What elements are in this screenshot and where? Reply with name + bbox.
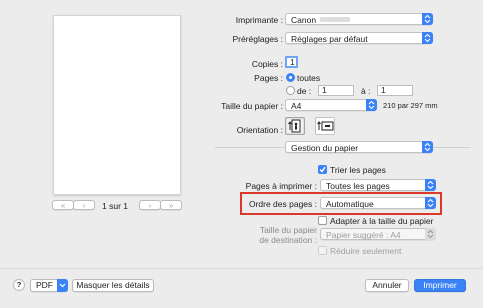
footer-divider [0, 268, 483, 269]
pages-from-value: 1 [322, 85, 327, 95]
page-order-value: Automatique [326, 199, 374, 209]
print-label: Imprimer [423, 280, 457, 290]
next-page-button[interactable]: › [139, 200, 161, 210]
popup-arrows-icon [366, 99, 377, 111]
checkmark-icon [319, 166, 326, 173]
section-menu-value: Gestion du papier [291, 143, 359, 153]
pages-range-radio[interactable] [286, 86, 295, 95]
print-button[interactable]: Imprimer [414, 279, 466, 292]
popup-arrows-icon [422, 32, 433, 44]
preview-page [53, 15, 181, 195]
help-button[interactable]: ? [13, 279, 25, 291]
page-counter: 1 sur 1 [102, 201, 128, 211]
pages-all-radio[interactable] [286, 73, 295, 82]
destination-size-select[interactable]: Papier suggéré : A4 [320, 228, 436, 240]
popup-arrows-icon [425, 179, 436, 191]
portrait-orientation-icon [288, 119, 301, 133]
destination-size-label-1: Taille du papier [259, 225, 317, 235]
last-page-button[interactable]: » [160, 200, 182, 210]
paper-dimensions: 210 par 297 mm [383, 101, 438, 110]
scale-down-only-label: Réduire seulement [330, 246, 402, 256]
popup-arrows-icon [425, 228, 436, 240]
cancel-button[interactable]: Annuler [365, 279, 409, 292]
presets-label: Préréglages : [232, 34, 283, 44]
scale-down-only-checkbox[interactable] [318, 246, 327, 255]
hide-details-label: Masquer les détails [76, 280, 150, 290]
paper-size-value: A4 [291, 101, 302, 111]
double-chevron-left-icon: « [60, 200, 66, 210]
popup-arrows-icon [422, 13, 433, 25]
scale-to-fit-label: Adapter à la taille du papier [330, 216, 434, 226]
pages-to-input[interactable]: 1 [377, 85, 413, 96]
pdf-label: PDF [36, 280, 53, 290]
paper-size-select[interactable]: A4 [285, 99, 377, 111]
destination-size-label-2: de destination : [259, 235, 317, 245]
pages-to-print-select[interactable]: Toutes les pages [320, 179, 436, 191]
page-order-label: Ordre des pages : [248, 199, 317, 209]
pages-to-print-value: Toutes les pages [326, 181, 390, 191]
scale-to-fit-checkbox[interactable] [318, 216, 327, 225]
pages-from-input[interactable]: 1 [318, 85, 354, 96]
cancel-label: Annuler [372, 280, 402, 290]
pages-to-label: à : [361, 86, 371, 96]
collate-checkbox[interactable] [318, 165, 327, 174]
pages-to-print-label: Pages à imprimer : [245, 181, 317, 191]
orientation-label: Orientation : [236, 125, 283, 135]
page-order-select[interactable]: Automatique [320, 197, 436, 209]
help-icon: ? [16, 280, 22, 289]
paper-size-label: Taille du papier : [221, 101, 283, 111]
double-chevron-right-icon: » [168, 200, 174, 210]
prev-page-button[interactable]: ‹ [73, 200, 95, 210]
first-page-button[interactable]: « [52, 200, 74, 210]
printer-select[interactable]: Canon [285, 13, 433, 25]
hide-details-button[interactable]: Masquer les détails [72, 279, 154, 292]
pages-label: Pages : [254, 73, 283, 83]
pdf-dropdown-cap [57, 279, 68, 292]
pages-to-value: 1 [381, 85, 386, 95]
copies-value: 1 [290, 57, 295, 67]
landscape-button[interactable] [315, 117, 335, 135]
presets-value: Réglages par défaut [291, 34, 368, 44]
section-menu-select[interactable]: Gestion du papier [285, 141, 433, 153]
collate-label: Trier les pages [330, 165, 386, 175]
preview-nav: « ‹ 1 sur 1 › » [52, 200, 182, 214]
printer-value: Canon [291, 15, 317, 25]
pages-from-label: de : [297, 86, 312, 96]
pdf-menu-button[interactable]: PDF [30, 279, 68, 292]
chevron-down-icon [59, 283, 66, 288]
popup-arrows-icon [422, 141, 433, 153]
chevron-right-icon: › [148, 200, 152, 210]
presets-select[interactable]: Réglages par défaut [285, 32, 433, 44]
popup-arrows-icon [425, 197, 436, 209]
portrait-button[interactable] [285, 117, 305, 135]
copies-input[interactable]: 1 [285, 56, 298, 68]
destination-size-value: Papier suggéré : A4 [326, 230, 401, 240]
printer-label: Imprimante : [235, 15, 283, 25]
copies-label: Copies : [251, 59, 283, 69]
redacted-printer-model [320, 17, 350, 22]
pages-all-label: toutes [297, 73, 321, 83]
chevron-left-icon: ‹ [82, 200, 86, 210]
landscape-orientation-icon [317, 121, 334, 131]
